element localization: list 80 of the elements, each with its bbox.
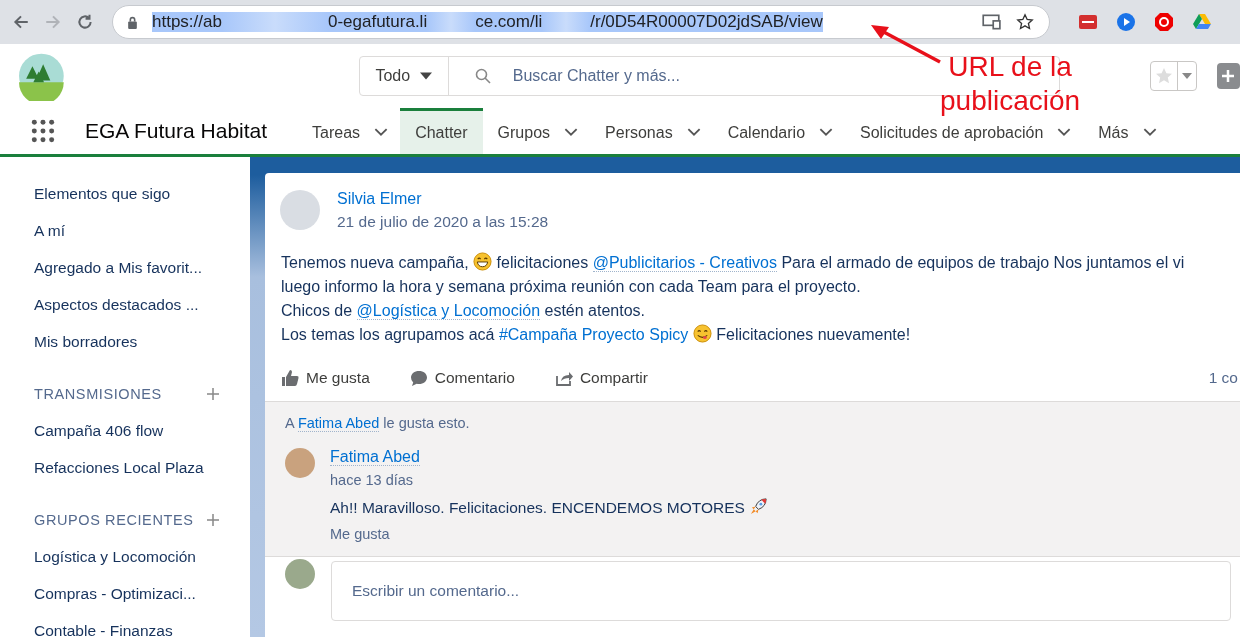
section-heading: GRUPOS RECIENTES — [34, 512, 194, 528]
url-text: 0-egafutura.li — [327, 12, 428, 32]
smile-tongue-emoji-icon — [692, 324, 712, 343]
topic-link[interactable]: #Campaña Proyecto Spicy — [498, 326, 689, 343]
nav-tab[interactable]: Calendario — [712, 108, 846, 154]
star-icon[interactable] — [1015, 13, 1035, 31]
sidebar-item[interactable]: Refacciones Local Plaza — [34, 449, 250, 486]
avatar-placeholder — [280, 190, 320, 230]
sidebar-item[interactable]: Elementos que sigo — [34, 175, 250, 212]
speech-bubble-icon — [409, 369, 428, 387]
forest-logo-icon — [19, 51, 64, 101]
sidebar-item[interactable]: Agregado a Mis favorit... — [34, 249, 250, 286]
chevron-down-icon[interactable] — [1057, 128, 1072, 137]
extension-icon[interactable] — [1116, 12, 1136, 32]
app-name: EGA Futura Habitat — [85, 119, 268, 143]
sidebar-item[interactable]: A mí — [34, 212, 250, 249]
avatar-placeholder — [285, 448, 315, 478]
author-link[interactable]: Silvia Elmer — [337, 190, 422, 207]
sidebar-item[interactable]: Logística y Locomoción — [34, 538, 250, 575]
comment-count[interactable]: 1 co — [1208, 369, 1238, 387]
post-action-button[interactable]: Me gusta — [281, 369, 370, 387]
nav-tab[interactable]: Tareas — [297, 108, 401, 154]
sidebar-item[interactable]: Aspectos destacados ... — [34, 286, 250, 323]
search-scope-dropdown[interactable]: Todo — [359, 57, 449, 95]
thumbs-up-icon — [281, 369, 299, 387]
post-action-button[interactable]: Compartir — [554, 369, 648, 387]
grin-emoji-icon — [473, 252, 493, 271]
app-launcher-icon[interactable] — [30, 118, 56, 144]
chevron-down-icon[interactable] — [686, 128, 701, 137]
chevron-down-icon[interactable] — [1142, 128, 1157, 137]
nav-tab[interactable]: Más — [1083, 108, 1169, 154]
likes-sentence: A Fatima Abed le gusta esto. — [285, 415, 471, 431]
post-text-line: luego informo la hora y semana próxima reunión con cada Team para el proyecto. — [281, 277, 862, 297]
extension-icon[interactable] — [1078, 12, 1098, 32]
back-icon[interactable] — [12, 13, 30, 31]
sidebar-item[interactable]: Campaña 406 flow — [34, 412, 250, 449]
post-text-line: Tenemos nueva campaña, felicitaciones @Publicitarios - Creativos Para el armado de equipos de trabajo Nos juntamos el vi — [281, 251, 1186, 274]
mention-link[interactable]: @Publicitarios - Creativos — [592, 254, 777, 272]
post-text-line: Los temas los agrupamos acá #Campaña Proyecto Spicy Felicitaciones nuevamente! — [281, 323, 912, 345]
section-heading: TRANSMISIONES — [34, 386, 162, 402]
nav-tab[interactable]: Personas — [590, 108, 713, 154]
post-action-button[interactable]: Comentario — [409, 369, 515, 387]
comment-input-field[interactable]: Escribir un comentario... — [331, 561, 1231, 621]
caret-down-icon — [420, 72, 433, 80]
annotation-text: publicación — [940, 84, 1081, 118]
mention-link[interactable]: @Logística y Locomoción — [356, 302, 541, 320]
address-bar[interactable]: https://ab 0-egafutura.li ce.com/li /r/0D54R00007D02jdSAB/view — [112, 5, 1050, 39]
rocket-emoji-icon — [749, 497, 769, 516]
search-icon — [474, 68, 491, 84]
add-button[interactable] — [1216, 63, 1240, 89]
post-text-line: Chicos de @Logística y Locomoción estén atentos. — [281, 301, 647, 322]
add-icon[interactable] — [206, 513, 220, 527]
chevron-down-icon[interactable] — [819, 128, 834, 137]
lock-icon — [127, 15, 138, 29]
caret-down-icon — [1181, 73, 1192, 79]
sidebar-item[interactable]: Compras - Optimizaci... — [34, 575, 250, 612]
avatar-placeholder — [285, 559, 315, 589]
chevron-down-icon[interactable] — [564, 128, 579, 137]
extension-icon[interactable] — [1154, 12, 1174, 32]
drive-icon[interactable] — [1192, 12, 1212, 32]
cast-icon[interactable] — [981, 13, 1001, 31]
post-timestamp: 21 de julio de 2020 a las 15:28 — [337, 213, 549, 231]
annotation-text: URL de la — [947, 50, 1073, 84]
comment-time: hace 13 días — [330, 472, 415, 488]
plus-icon — [1221, 69, 1236, 83]
reload-icon[interactable] — [76, 13, 94, 31]
person-link[interactable]: Fatima Abed — [297, 415, 380, 432]
url-text: ce.com/li — [475, 12, 543, 32]
comment-text: Ah!! Maravilloso. Felicitaciones. ENCENDEMOS MOTORES — [330, 497, 769, 517]
sidebar-item[interactable]: Mis borradores — [34, 323, 250, 360]
url-text: /r/0D54R00007D02jdSAB/view — [590, 12, 823, 32]
nav-tab[interactable]: Chatter — [400, 108, 483, 154]
url-text: https://ab — [152, 12, 222, 32]
author-link[interactable]: Fatima Abed — [330, 448, 420, 466]
like-link[interactable]: Me gusta — [330, 526, 769, 542]
add-icon[interactable] — [206, 387, 220, 401]
search-field[interactable]: Buscar Chatter y más... — [512, 67, 703, 85]
nav-tab[interactable]: Grupos — [482, 108, 591, 154]
sidebar-item[interactable]: Contable - Finanzas — [34, 612, 250, 638]
chevron-down-icon[interactable] — [374, 128, 389, 137]
